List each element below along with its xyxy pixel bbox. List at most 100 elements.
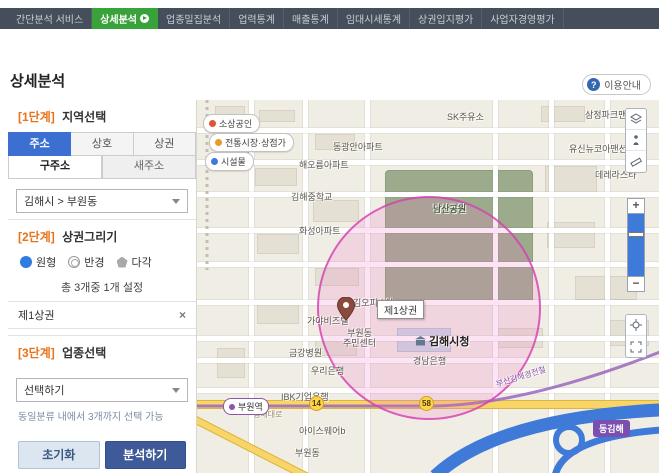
zoom-slider[interactable] — [627, 214, 645, 276]
region-select[interactable]: 김해시 > 부원동 — [16, 189, 188, 213]
map-place-label: SK주유소 — [447, 112, 484, 122]
map-road — [197, 228, 659, 233]
nav-item-7[interactable]: 상권입지평가 — [410, 8, 482, 29]
zoom-out-button[interactable]: − — [627, 276, 645, 292]
help-button[interactable]: ? 이용안내 — [582, 74, 651, 95]
map-tool-stack — [625, 108, 647, 173]
nav-item-1[interactable]: 간단분석 서비스 — [8, 8, 92, 29]
active-nav-icon — [140, 14, 149, 23]
question-icon: ? — [587, 78, 600, 91]
radius-shape-icon — [68, 256, 80, 268]
nav-item-8[interactable]: 사업자경영평가 — [482, 8, 563, 29]
nav-item-label: 상세분석 — [100, 11, 137, 26]
layer-toggle-small-business[interactable]: 소상공인 — [203, 114, 260, 133]
step3-title: 업종선택 — [62, 346, 106, 360]
nav-item-label: 간단분석 서비스 — [16, 11, 83, 26]
shape-option-polygon[interactable]: 다각 — [117, 254, 152, 270]
roadview-button[interactable] — [626, 130, 646, 151]
map-place-label: 금강병원 — [289, 348, 322, 358]
area-count-text: 총 3개중 1개 설정 — [8, 276, 196, 301]
analysis-panel: [1단계] 지역선택 주소 상호 상권 구주소 새주소 김해시 > 부원동 [2… — [8, 100, 196, 469]
step2-header: [2단계] 상권그리기 — [8, 219, 196, 252]
map-place-label: 부원동 주민센터 — [343, 328, 376, 349]
step2-title: 상권그리기 — [62, 230, 117, 244]
layer-toggle-label: 전통시장·상점가 — [225, 136, 286, 149]
shape-option-label: 반경 — [84, 254, 104, 270]
region-select-value: 김해시 > 부원동 — [24, 193, 97, 209]
map-pin-icon[interactable] — [337, 297, 355, 326]
subtab-old-address[interactable]: 구주소 — [8, 156, 102, 179]
map-place-label: 남산공원 — [433, 204, 466, 214]
station-name: 부원역 — [238, 400, 263, 413]
layers-icon — [630, 113, 642, 125]
shape-option-radius[interactable]: 반경 — [68, 254, 104, 270]
nav-item-3[interactable]: 업종밀집분석 — [158, 8, 230, 29]
current-location-button[interactable] — [626, 315, 646, 336]
nav-item-2[interactable]: 상세분석 — [92, 8, 158, 29]
map-road — [303, 100, 308, 473]
step2-number: [2단계] — [18, 230, 55, 244]
map-road — [197, 160, 659, 165]
nav-item-label: 매출통계 — [292, 11, 329, 26]
page-title: 상세분석 — [10, 70, 65, 91]
analyze-button[interactable]: 분석하기 — [105, 441, 187, 469]
category-select-value: 선택하기 — [24, 382, 64, 398]
delete-area-button[interactable]: × — [179, 309, 186, 321]
route-number-badge: 58 — [419, 396, 434, 411]
zoom-in-button[interactable]: + — [627, 198, 645, 214]
map-building — [255, 168, 297, 186]
map-place-label: 김해중학교 — [291, 192, 332, 202]
tab-address[interactable]: 주소 — [8, 132, 71, 156]
nav-item-label: 임대시세통계 — [346, 11, 401, 26]
category-select[interactable]: 선택하기 — [16, 378, 188, 402]
route-number-badge: 14 — [309, 396, 324, 411]
city-hall-label: 김해시청 — [415, 333, 469, 349]
subtab-new-address[interactable]: 새주소 — [102, 156, 196, 179]
map-road — [365, 100, 370, 473]
shape-option-circle[interactable]: 원형 — [20, 254, 56, 270]
nav-item-6[interactable]: 임대시세통계 — [338, 8, 410, 29]
zoom-slider-handle[interactable] — [628, 232, 644, 237]
reset-button[interactable]: 초기화 — [18, 441, 100, 469]
nav-item-label: 업력통계 — [238, 11, 275, 26]
map-place-label: 화성아파트 — [299, 226, 340, 236]
nav-item-label: 업종밀집분석 — [166, 11, 221, 26]
map-canvas[interactable]: SK주유소삼정파크맨션동광안아파트해오름아파트유신뉴코아맨션데레라스타김해중학교… — [196, 100, 659, 473]
skyview-toggle-button[interactable] — [626, 109, 646, 130]
nav-item-label: 상권입지평가 — [418, 11, 473, 26]
trade-area-item: 제1상권 × — [8, 301, 196, 329]
map-place-label: 아이스웨어b — [299, 426, 345, 436]
zoom-control: + − — [627, 198, 645, 292]
map-road — [549, 100, 554, 473]
shape-option-label: 다각 — [132, 254, 152, 270]
nav-item-5[interactable]: 매출통계 — [284, 8, 338, 29]
map-road — [197, 262, 659, 267]
layer-toggle-traditional-market[interactable]: 전통시장·상점가 — [209, 133, 294, 152]
fullscreen-button[interactable] — [626, 336, 646, 357]
map-building — [547, 222, 595, 248]
tab-trade-area[interactable]: 상권 — [134, 132, 196, 156]
layer-toggle-facilities[interactable]: 시설물 — [205, 152, 254, 171]
top-navigation: 간단분석 서비스 상세분석 업종밀집분석 업력통계 매출통계 임대시세통계 상권입지평가 사업… — [0, 8, 659, 29]
nav-item-4[interactable]: 업력통계 — [230, 8, 284, 29]
chevron-down-icon — [172, 199, 180, 204]
map-road — [493, 100, 498, 473]
facilities-icon — [211, 158, 218, 165]
step1-header: [1단계] 지역선택 — [8, 100, 196, 132]
map-road — [197, 300, 659, 305]
address-type-subtabs: 구주소 새주소 — [8, 156, 196, 179]
draw-shape-options: 원형 반경 다각 — [8, 252, 196, 276]
panel-actions: 초기화 분석하기 — [8, 431, 196, 469]
map-road — [605, 100, 610, 473]
map-building — [313, 200, 359, 222]
app-root: 간단분석 서비스상세분석업종밀집분석업력통계매출통계임대시세통계상권입지평가사업… — [0, 0, 659, 473]
step3-header: [3단계] 업종선택 — [8, 335, 196, 368]
measure-distance-button[interactable] — [626, 151, 646, 172]
station-badge: 부원역 — [223, 398, 269, 415]
ruler-icon — [630, 156, 642, 168]
trade-area-name: 제1상권 — [18, 307, 54, 323]
category-hint: 동일분류 내에서 3개까지 선택 가능 — [8, 406, 196, 431]
tab-business-name[interactable]: 상호 — [71, 132, 133, 156]
map-road — [197, 192, 659, 197]
small-business-icon — [209, 120, 216, 127]
